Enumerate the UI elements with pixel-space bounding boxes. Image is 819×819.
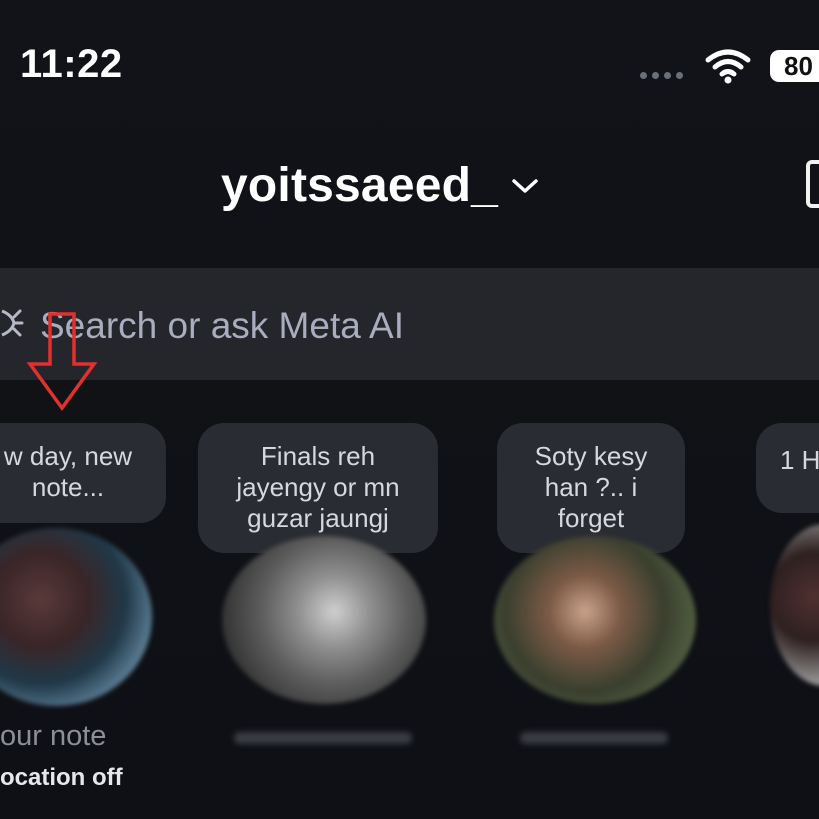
username-title: yoitssaeed_ [221, 159, 499, 212]
red-down-arrow-icon [26, 312, 98, 411]
app-screen: 11:22 80 yoitssaeed_ Search or ask Meta … [0, 0, 819, 819]
cellular-dots-icon [640, 72, 683, 79]
note-bubble[interactable]: Soty kesy han ?.. i forget [497, 423, 685, 553]
chevron-down-icon [512, 178, 538, 193]
battery-indicator: 80 [770, 50, 819, 82]
note-bubble[interactable]: 1 H [756, 423, 819, 513]
note-bubble-own[interactable]: w day, new note... [0, 423, 166, 523]
blurred-username [520, 732, 668, 744]
blurred-username [234, 732, 412, 744]
wifi-icon [705, 49, 751, 84]
avatar[interactable] [222, 536, 426, 704]
avatar-own[interactable] [0, 528, 152, 706]
note-bubble[interactable]: Finals reh jayengy or mn guzar jaungj [198, 423, 438, 553]
compose-icon[interactable] [806, 160, 819, 208]
avatar[interactable] [770, 524, 819, 686]
status-time: 11:22 [20, 42, 123, 86]
location-status-label: ocation off [0, 764, 123, 791]
account-switcher[interactable]: yoitssaeed_ [221, 158, 540, 213]
meta-ai-icon [1, 309, 24, 337]
avatar[interactable] [494, 536, 696, 704]
note-label-own: our note [0, 720, 107, 752]
